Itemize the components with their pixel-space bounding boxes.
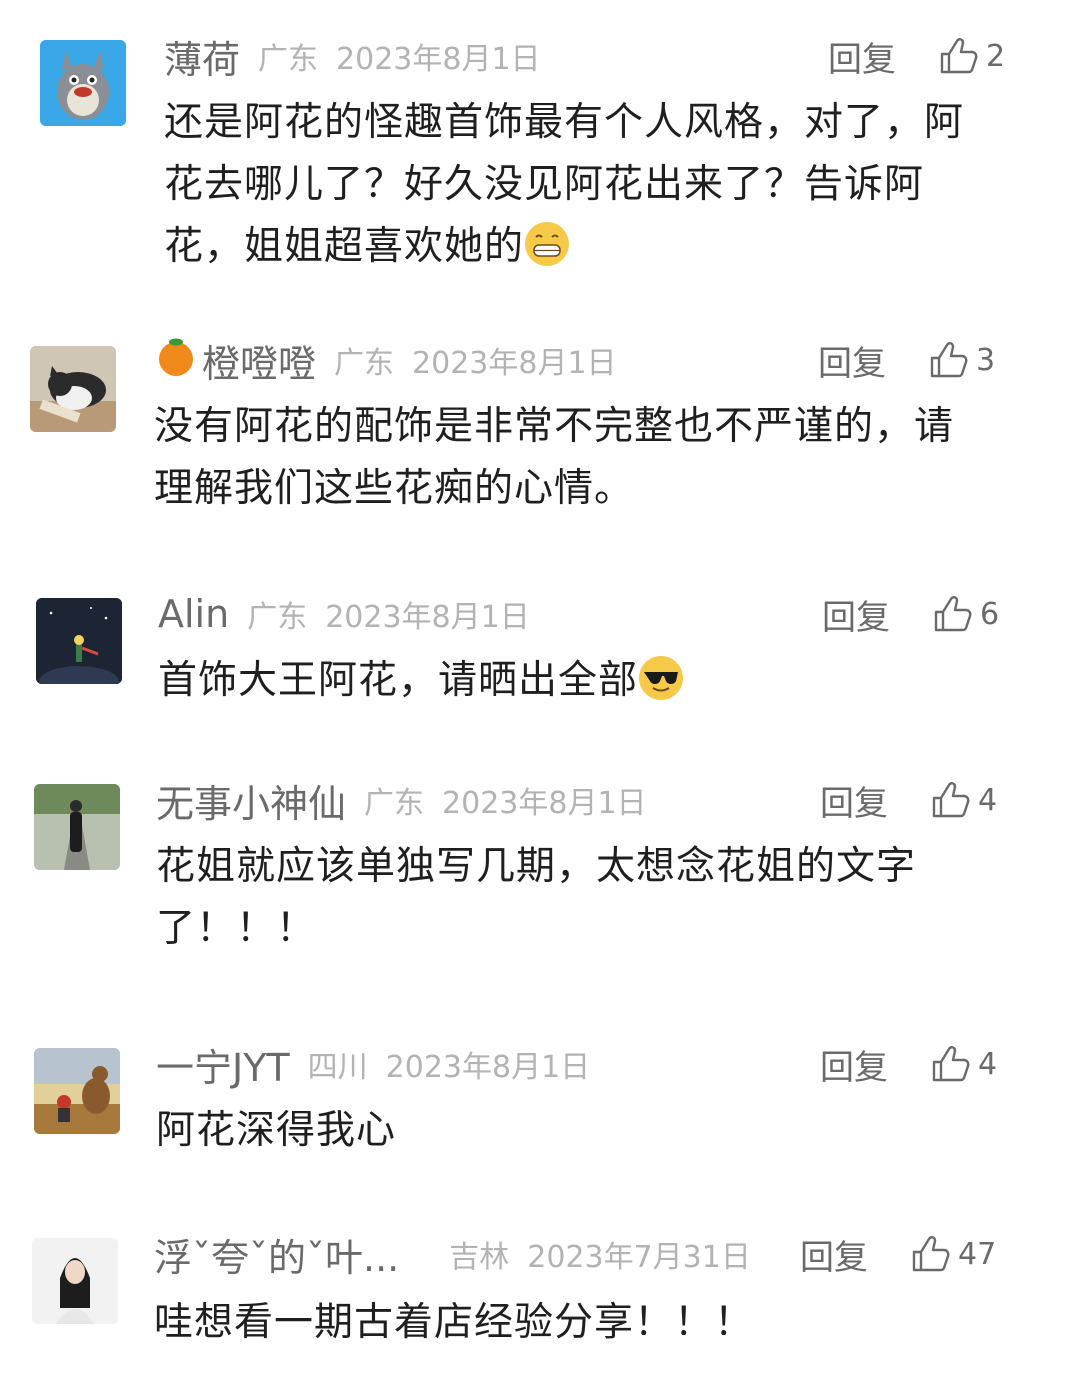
thumbs-up-icon (912, 1236, 950, 1272)
cat-avatar-icon (30, 346, 116, 432)
reply-button[interactable]: 回复 (822, 590, 890, 639)
little-prince-avatar-icon (36, 598, 122, 684)
thumbs-up-icon (940, 38, 978, 74)
woman-portrait-avatar-icon (32, 1238, 118, 1324)
orange-icon (154, 334, 198, 387)
thumbs-up-icon (932, 782, 970, 818)
location: 四川 (307, 1050, 368, 1085)
comment-text: 阿花深得我心 (156, 1100, 1026, 1162)
like-count: 6 (980, 596, 1000, 632)
thumbs-up-icon (932, 1046, 970, 1082)
woman-road-avatar-icon (34, 784, 120, 870)
comment-text: 没有阿花的配饰是非常不完整也不严谨的，请 理解我们这些花痴的心情。 (154, 396, 1024, 520)
reply-button[interactable]: 回复 (820, 776, 888, 825)
grinning-face-emoji (524, 221, 570, 267)
comment-line: 花，姐姐超喜欢她的 (164, 224, 525, 269)
username[interactable]: Alin (158, 592, 229, 636)
like-count: 4 (978, 782, 998, 818)
avatar[interactable] (36, 598, 122, 684)
comment-line: 花去哪儿了？好久没见阿花出来了？告诉阿 (164, 162, 925, 207)
comment-text: 哇想看一期古着店经验分享！！！ (154, 1292, 1024, 1354)
like-count: 2 (986, 38, 1006, 74)
comment-line: 花姐就应该单独写几期，太想念花姐的文字 (156, 844, 917, 889)
comment-line: 还是阿花的怪趣首饰最有个人风格，对了，阿 (164, 100, 965, 145)
sunglasses-face-emoji (638, 655, 684, 701)
location: 吉林 (449, 1240, 510, 1275)
location: 广东 (334, 346, 395, 381)
reply-button[interactable]: 回复 (818, 336, 886, 385)
location: 广东 (258, 42, 319, 77)
avatar[interactable] (32, 1238, 118, 1324)
comment-line: 理解我们这些花痴的心情。 (154, 466, 635, 511)
location: 广东 (364, 786, 425, 821)
comment-text: 首饰大王阿花，请晒出全部 (158, 650, 1018, 712)
location: 广东 (247, 600, 308, 635)
comment-text: 花姐就应该单独写几期，太想念花姐的文字 了！！！ (156, 836, 1026, 960)
comment-line: 哇想看一期古着店经验分享！！！ (154, 1300, 755, 1345)
comment-text: 还是阿花的怪趣首饰最有个人风格，对了，阿 花去哪儿了？好久没见阿花出来了？告诉阿… (164, 92, 1024, 278)
like-button[interactable]: 4 (928, 778, 997, 822)
date: 2023年8月1日 (325, 600, 530, 635)
like-count: 47 (958, 1236, 997, 1272)
avatar[interactable] (30, 346, 116, 432)
avatar[interactable] (34, 1048, 120, 1134)
like-button[interactable]: 2 (936, 34, 1005, 78)
username[interactable]: 一宁JYT (156, 1037, 290, 1092)
comment-line: 首饰大王阿花，请晒出全部 (158, 658, 639, 703)
like-button[interactable]: 4 (928, 1042, 997, 1086)
comment-line: 没有阿花的配饰是非常不完整也不严谨的，请 (154, 404, 955, 449)
username[interactable]: 橙噔噔 (202, 333, 316, 388)
date: 2023年8月1日 (336, 42, 541, 77)
totoro-avatar-icon (40, 40, 126, 126)
comment-line: 阿花深得我心 (156, 1108, 397, 1153)
username[interactable]: 薄荷 (164, 29, 240, 84)
avatar[interactable] (34, 784, 120, 870)
camel-desert-avatar-icon (34, 1048, 120, 1134)
date: 2023年7月31日 (527, 1240, 751, 1275)
username[interactable]: 无事小神仙 (156, 773, 346, 828)
reply-button[interactable]: 回复 (800, 1230, 868, 1279)
date: 2023年8月1日 (442, 786, 647, 821)
reply-button[interactable]: 回复 (828, 32, 896, 81)
like-count: 3 (976, 342, 996, 378)
like-button[interactable]: 47 (908, 1232, 996, 1276)
like-count: 4 (978, 1046, 998, 1082)
thumbs-up-icon (930, 342, 968, 378)
like-button[interactable]: 6 (930, 592, 999, 636)
date: 2023年8月1日 (385, 1050, 591, 1085)
thumbs-up-icon (934, 596, 972, 632)
avatar[interactable] (40, 40, 126, 126)
date: 2023年8月1日 (412, 346, 617, 381)
reply-button[interactable]: 回复 (820, 1040, 888, 1089)
username[interactable]: 浮ˇ夸ˇ的ˇ叶... (154, 1227, 399, 1282)
like-button[interactable]: 3 (926, 338, 995, 382)
comment-line: 了！！！ (156, 906, 317, 951)
